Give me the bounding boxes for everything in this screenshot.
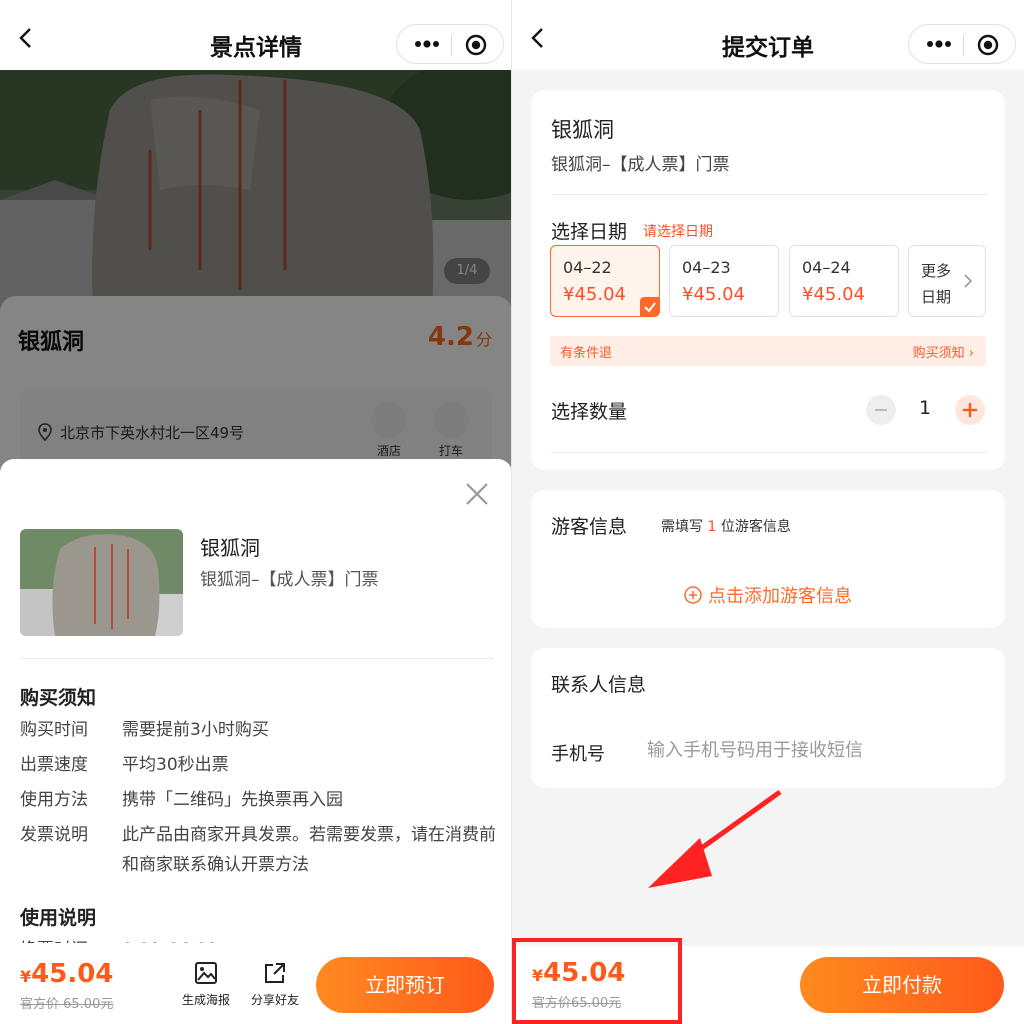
image-icon	[195, 962, 217, 984]
poster-label: 生成海报	[181, 993, 230, 1007]
payment-bar: ¥45.04 官方价65.00元 立即付款	[512, 938, 1024, 1024]
price-value: 45.04	[543, 958, 626, 988]
contact-title: 联系人信息	[551, 674, 647, 696]
quantity-label: 选择数量	[551, 401, 628, 423]
plus-icon	[963, 403, 977, 417]
guest-requirement: 需填写 1 位游客信息	[661, 516, 791, 536]
notice-value: 此产品由商家开具发票。若需要发票，请在消费前和商家联系确认开票方法	[122, 825, 496, 875]
current-price: ¥45.04	[532, 958, 625, 988]
date-option[interactable]: 04–24 ¥45.04	[789, 245, 899, 317]
date-text: 04–24	[802, 258, 851, 277]
usage-title: 使用说明	[20, 907, 97, 929]
notice-row: 发票说明 此产品由商家开具发票。若需要发票，请在消费前和商家联系确认开票方法	[20, 820, 500, 880]
product-ticket-type: 银狐洞–【成人票】门票	[200, 570, 379, 590]
price-value: 45.04	[31, 959, 114, 989]
booking-bar: ¥45.04 官方价 65.00元 生成海报 分享好友 立即预订	[0, 943, 512, 1024]
currency-symbol: ¥	[532, 966, 544, 985]
notice-row: 出票速度 平均30秒出票	[20, 750, 500, 780]
product-name: 银狐洞	[551, 118, 614, 142]
capsule-divider	[451, 34, 452, 56]
notice-key: 购买时间	[20, 720, 88, 740]
submit-order-screen: 提交订单 银狐洞 银狐洞–【成人票】门票 选择日期 请选择日期 04–22 ¥4…	[512, 0, 1024, 1024]
divider	[20, 658, 494, 659]
add-circle-icon	[684, 586, 702, 604]
nav-bar: 景点详情	[0, 0, 512, 70]
guest-title: 游客信息	[551, 516, 628, 538]
nav-bar: 提交订单	[512, 0, 1024, 70]
original-price: 官方价 65.00元	[20, 997, 114, 1012]
annotation-arrow-icon	[648, 789, 782, 888]
guest-need-pre: 需填写	[661, 519, 703, 535]
close-target-icon[interactable]	[977, 34, 999, 56]
notice-key: 出票速度	[20, 755, 88, 775]
generate-poster-button[interactable]: 生成海报	[174, 961, 238, 1008]
add-guest-label: 点击添加游客信息	[708, 586, 852, 607]
product-ticket-type: 银狐洞–【成人票】门票	[551, 155, 730, 175]
order-card: 银狐洞 银狐洞–【成人票】门票 选择日期 请选择日期 04–22 ¥45.04 …	[531, 90, 1005, 470]
product-thumbnail	[20, 529, 183, 636]
divider	[551, 452, 987, 453]
mini-program-capsule	[908, 24, 1016, 64]
share-label: 分享好友	[250, 993, 299, 1007]
divider	[551, 194, 987, 195]
ticket-sheet: 银狐洞 银狐洞–【成人票】门票 购买须知 购买时间 需要提前3小时购买 出票速度…	[0, 459, 512, 1024]
quantity-increase-button[interactable]	[955, 395, 985, 425]
pay-now-button[interactable]: 立即付款	[800, 957, 1004, 1013]
share-icon	[265, 963, 285, 983]
share-button[interactable]: 分享好友	[243, 961, 307, 1008]
refund-policy-bar[interactable]: 有条件退 购买须知 ›	[550, 336, 986, 366]
mini-program-capsule	[396, 24, 504, 64]
more-dots-icon[interactable]	[925, 35, 953, 53]
notice-row: 使用方法 携带「二维码」先换票再入园	[20, 785, 500, 815]
notice-value: 携带「二维码」先换票再入园	[122, 790, 343, 810]
more-dates-button[interactable]: 更多日期	[908, 245, 986, 317]
quantity-value: 1	[918, 397, 932, 419]
quantity-decrease-button[interactable]	[866, 395, 896, 425]
phone-label: 手机号	[551, 744, 605, 765]
date-option[interactable]: 04–23 ¥45.04	[669, 245, 779, 317]
minus-icon	[875, 409, 887, 411]
more-dots-icon[interactable]	[413, 35, 441, 53]
currency-symbol: ¥	[20, 967, 32, 986]
date-text: 04–23	[682, 258, 731, 277]
notice-key: 发票说明	[20, 825, 88, 845]
date-price: ¥45.04	[563, 284, 626, 305]
original-price: 官方价65.00元	[532, 996, 622, 1011]
scenic-detail-screen: 景点详情 1/4 银狐洞 4.2 分 北京市下英水村北一区49号 酒店 打车 银…	[0, 0, 512, 1024]
guest-count: 1	[707, 519, 717, 535]
notice-title: 购买须知	[20, 687, 97, 709]
more-dates-label: 更多日期	[921, 262, 952, 306]
refund-label: 有条件退	[560, 346, 613, 361]
book-now-button[interactable]: 立即预订	[316, 957, 494, 1013]
product-name: 银狐洞	[200, 536, 260, 560]
selected-check-icon	[640, 297, 660, 317]
notice-row: 购买时间 需要提前3小时购买	[20, 715, 500, 745]
current-price: ¥45.04	[20, 959, 113, 989]
guest-need-post: 位游客信息	[720, 519, 791, 535]
guest-info-card: 游客信息 需填写 1 位游客信息 点击添加游客信息	[531, 490, 1005, 628]
date-price: ¥45.04	[682, 284, 745, 305]
date-hint: 请选择日期	[643, 224, 713, 240]
purchase-notice-link[interactable]: 购买须知 ›	[913, 342, 974, 361]
notice-value: 需要提前3小时购买	[122, 720, 269, 740]
date-label: 选择日期	[551, 221, 628, 243]
close-icon[interactable]	[464, 481, 490, 507]
close-target-icon[interactable]	[465, 34, 487, 56]
add-guest-button[interactable]: 点击添加游客信息	[531, 582, 1005, 608]
thumbnail-photo	[20, 529, 183, 636]
contact-info-card: 联系人信息 手机号	[531, 648, 1005, 788]
phone-input[interactable]	[647, 740, 977, 761]
capsule-divider	[963, 34, 964, 56]
date-price: ¥45.04	[802, 284, 865, 305]
notice-value: 平均30秒出票	[122, 755, 229, 775]
date-text: 04–22	[563, 258, 612, 277]
date-option[interactable]: 04–22 ¥45.04	[550, 245, 660, 317]
chevron-right-icon	[964, 274, 973, 288]
notice-key: 使用方法	[20, 790, 88, 810]
